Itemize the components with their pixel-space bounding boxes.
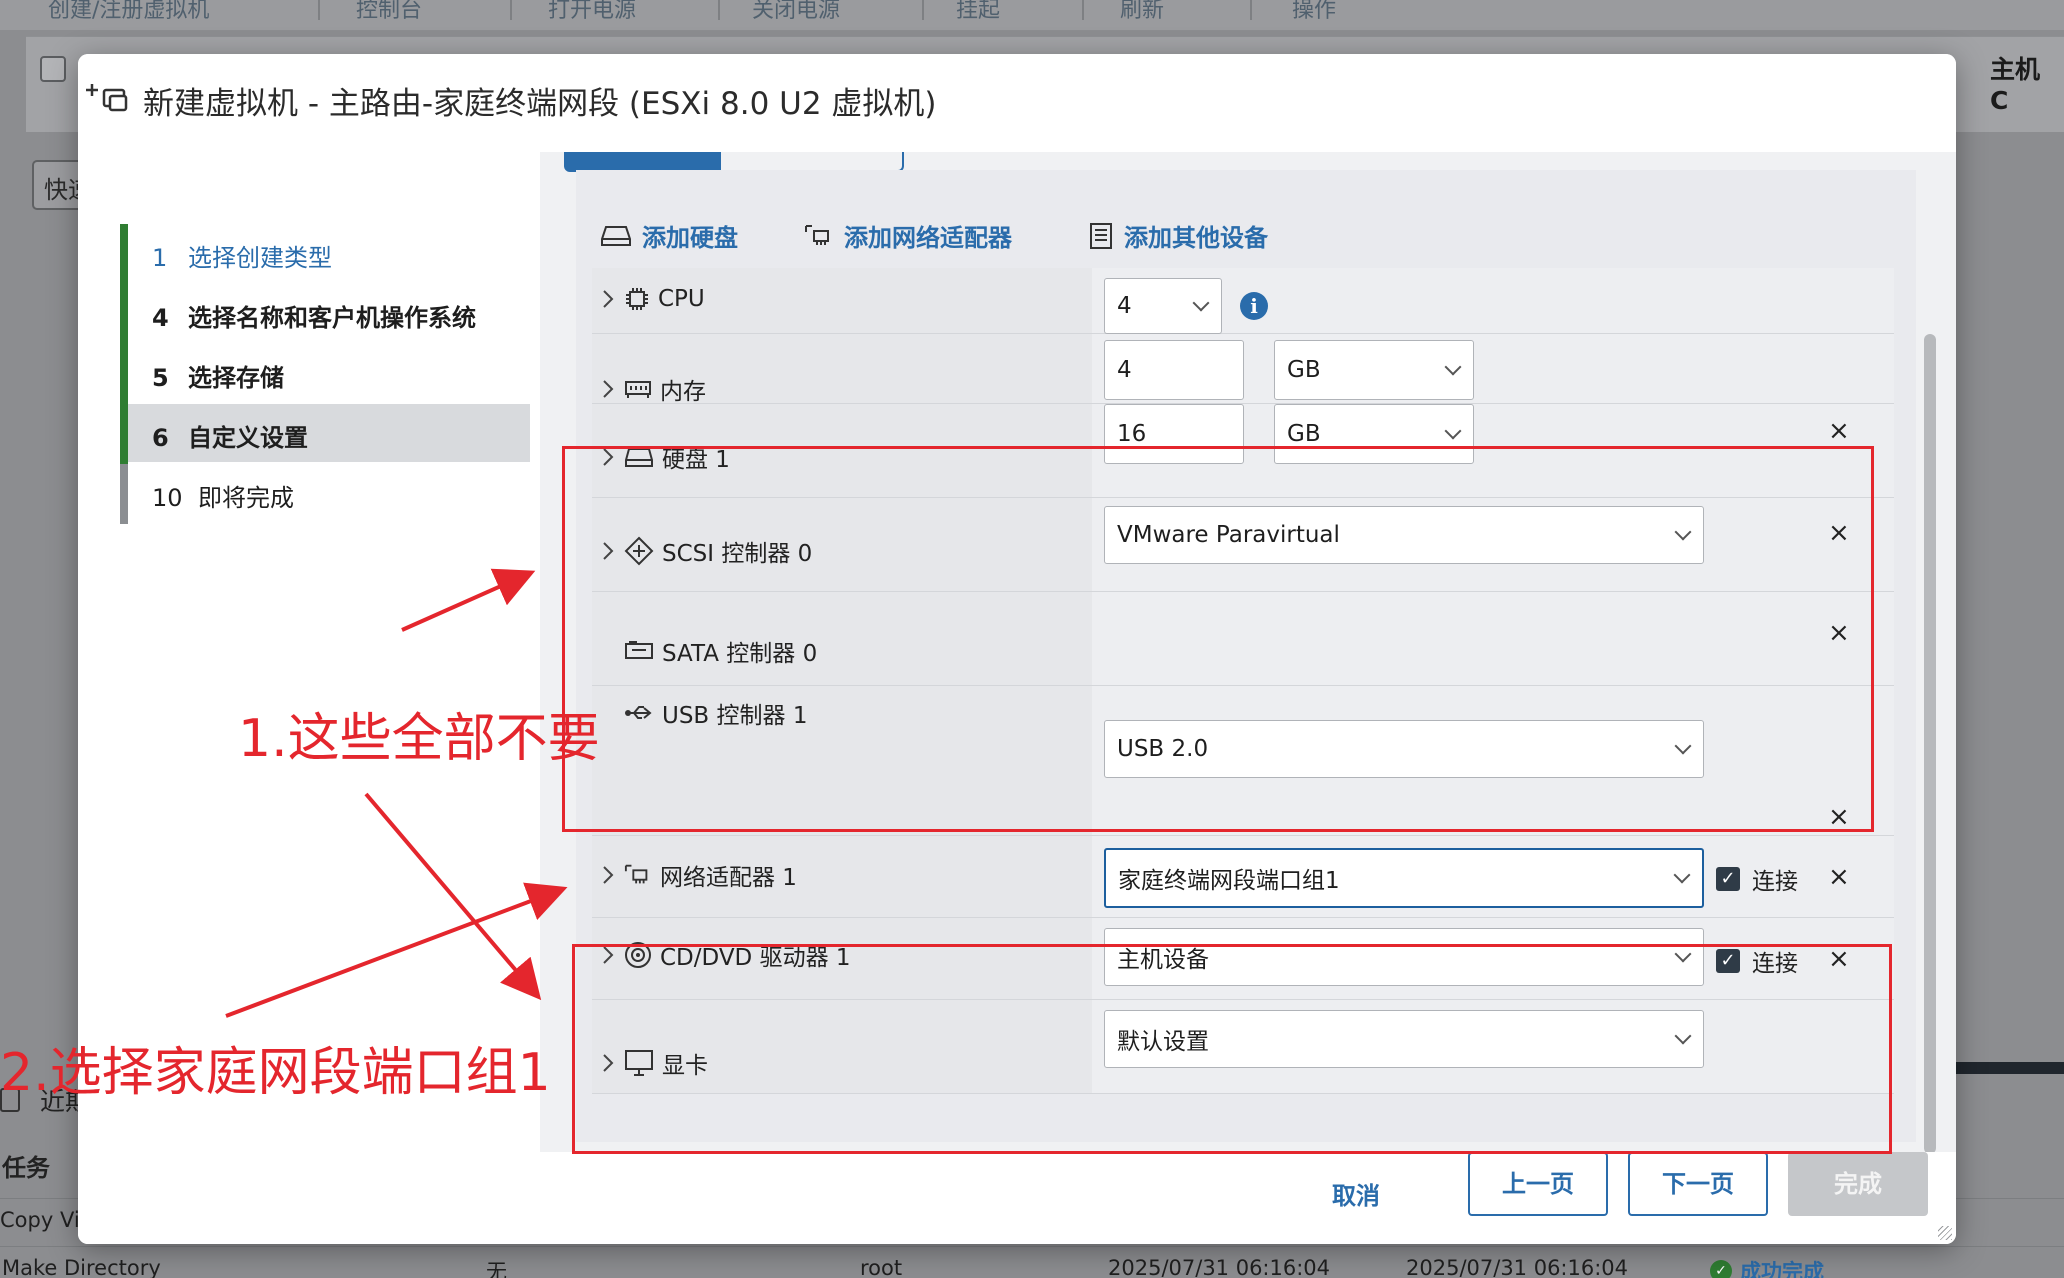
network-adapter-label[interactable]: 网络适配器 1 [600, 858, 797, 892]
toolbar-separator [922, 0, 924, 20]
table-row[interactable]: Copy Vi [0, 1208, 80, 1232]
add-device-toolbar: 添加硬盘 添加网络适配器 添加其他设备 [576, 210, 1916, 260]
dialog-header: 新建虚拟机 - 主路由-家庭终端网段 (ESXi 8.0 U2 虚拟机) [78, 54, 1956, 152]
chevron-right-icon[interactable] [600, 378, 616, 400]
select-all-checkbox[interactable] [40, 56, 66, 82]
info-icon[interactable]: i [1240, 292, 1268, 320]
step-select-creation-type[interactable]: 1 选择创建类型 [128, 224, 530, 282]
cpu-icon [626, 288, 648, 310]
other-device-icon [1090, 222, 1112, 249]
task-name: Make Directory [2, 1256, 161, 1278]
resize-grip[interactable] [1938, 1226, 1952, 1240]
toolbar-separator [510, 0, 512, 20]
step-customize-settings[interactable]: 6 自定义设置 [128, 404, 530, 462]
step-select-storage[interactable]: 5 选择存储 [128, 344, 530, 402]
bg-power-on-button[interactable]: 打开电源 [548, 0, 636, 24]
bg-power-off-button[interactable]: 关闭电源 [752, 0, 840, 24]
network-adapter-icon [624, 864, 648, 884]
network-port-group-select[interactable]: 家庭终端网段端口组1 [1104, 848, 1704, 908]
hardware-row-cpu[interactable]: CPU 4 i [592, 268, 1894, 334]
new-vm-icon [86, 84, 128, 112]
annotation-note-1: 1.这些全部不要 [238, 709, 600, 769]
wizard-steps: 1 选择创建类型 4 选择名称和客户机操作系统 5 选择存储 6 自定义设置 10 即将完… [78, 152, 538, 1152]
step-select-name-os[interactable]: 4 选择名称和客户机操作系统 [128, 284, 530, 342]
chevron-right-icon[interactable] [600, 864, 616, 886]
back-button[interactable]: 上一页 [1468, 1152, 1608, 1216]
finish-button[interactable]: 完成 [1788, 1152, 1928, 1216]
bg-suspend-button[interactable]: 挂起 [956, 0, 1000, 24]
hardware-row-network-adapter[interactable]: 网络适配器 1 家庭终端网段端口组1 ✓ 连接 × [592, 836, 1894, 918]
bg-create-vm-button[interactable]: 创建/注册虚拟机 [48, 0, 209, 24]
bg-actions-button[interactable]: 操作 [1292, 0, 1336, 24]
task-result: ✓ 成功完成 [1710, 1256, 1824, 1278]
tab-virtual-hardware[interactable] [566, 152, 721, 170]
annotation-box-remove-devices [562, 446, 1874, 832]
network-connect-checkbox[interactable]: ✓ 连接 [1716, 862, 1798, 896]
memory-label[interactable]: 内存 [600, 372, 706, 406]
panel-divider [1950, 1062, 2064, 1074]
toolbar-separator [318, 0, 320, 20]
success-check-icon: ✓ [1710, 1260, 1732, 1278]
memory-unit-select[interactable]: GB [1274, 340, 1474, 400]
remove-hard-disk-button[interactable]: × [1828, 418, 1850, 444]
checkbox-checked-icon[interactable]: ✓ [1716, 867, 1740, 891]
toolbar-separator [718, 0, 720, 20]
hard-disk-icon [601, 225, 631, 246]
memory-icon [625, 381, 651, 398]
next-button[interactable]: 下一页 [1628, 1152, 1768, 1216]
task-result-text: 成功完成 [1740, 1260, 1824, 1278]
hardware-options-tabs[interactable] [564, 152, 904, 172]
cancel-button[interactable]: 取消 [1332, 1176, 1380, 1211]
toolbar-separator [1250, 0, 1252, 20]
task-target: 无 [486, 1260, 507, 1278]
bg-console-button[interactable]: 控制台 [356, 0, 422, 24]
toolbar-separator [1082, 0, 1084, 20]
hardware-row-memory[interactable]: 内存 4 GB [592, 334, 1894, 406]
task-column-header[interactable]: 任务 [2, 1148, 50, 1183]
background-toolbar: 创建/注册虚拟机 控制台 打开电源 关闭电源 挂起 刷新 操作 [0, 0, 2064, 30]
bg-refresh-button[interactable]: 刷新 [1120, 0, 1164, 24]
add-other-device-button[interactable]: 添加其他设备 [1088, 218, 1268, 253]
chevron-right-icon[interactable] [600, 288, 616, 310]
dialog-title: 新建虚拟机 - 主路由-家庭终端网段 (ESXi 8.0 U2 虚拟机) [143, 86, 937, 122]
task-initiator: root [860, 1256, 903, 1278]
scrollbar-thumb[interactable] [1924, 334, 1936, 1154]
annotation-note-2: 2.选择家庭网段端口组1 [0, 1043, 551, 1103]
cpu-label[interactable]: CPU [600, 286, 705, 312]
task-name: Copy Vi [0, 1208, 80, 1232]
row-divider [0, 1246, 2064, 1247]
task-start-time: 2025/07/31 06:16:04 [1406, 1256, 1629, 1278]
add-network-adapter-button[interactable]: 添加网络适配器 [804, 218, 1012, 253]
memory-size-input[interactable]: 4 [1104, 340, 1244, 400]
remove-network-adapter-button[interactable]: × [1828, 864, 1850, 890]
task-queued-time: 2025/07/31 06:16:04 [1108, 1256, 1331, 1278]
host-column-header[interactable]: 主机 C [1990, 50, 2064, 115]
add-hard-disk-button[interactable]: 添加硬盘 [600, 218, 738, 253]
step-ready-to-complete[interactable]: 10 即将完成 [128, 464, 530, 522]
table-row[interactable]: Make Directory 无 root 2025/07/31 06:16:0… [0, 1256, 2064, 1278]
cpu-count-select[interactable]: 4 [1104, 278, 1222, 334]
network-adapter-icon [805, 224, 829, 245]
annotation-box-select-port-group [572, 944, 1892, 1154]
dialog-footer: 取消 上一页 下一页 完成 [78, 1152, 1956, 1244]
steps-progress-done [120, 224, 128, 464]
